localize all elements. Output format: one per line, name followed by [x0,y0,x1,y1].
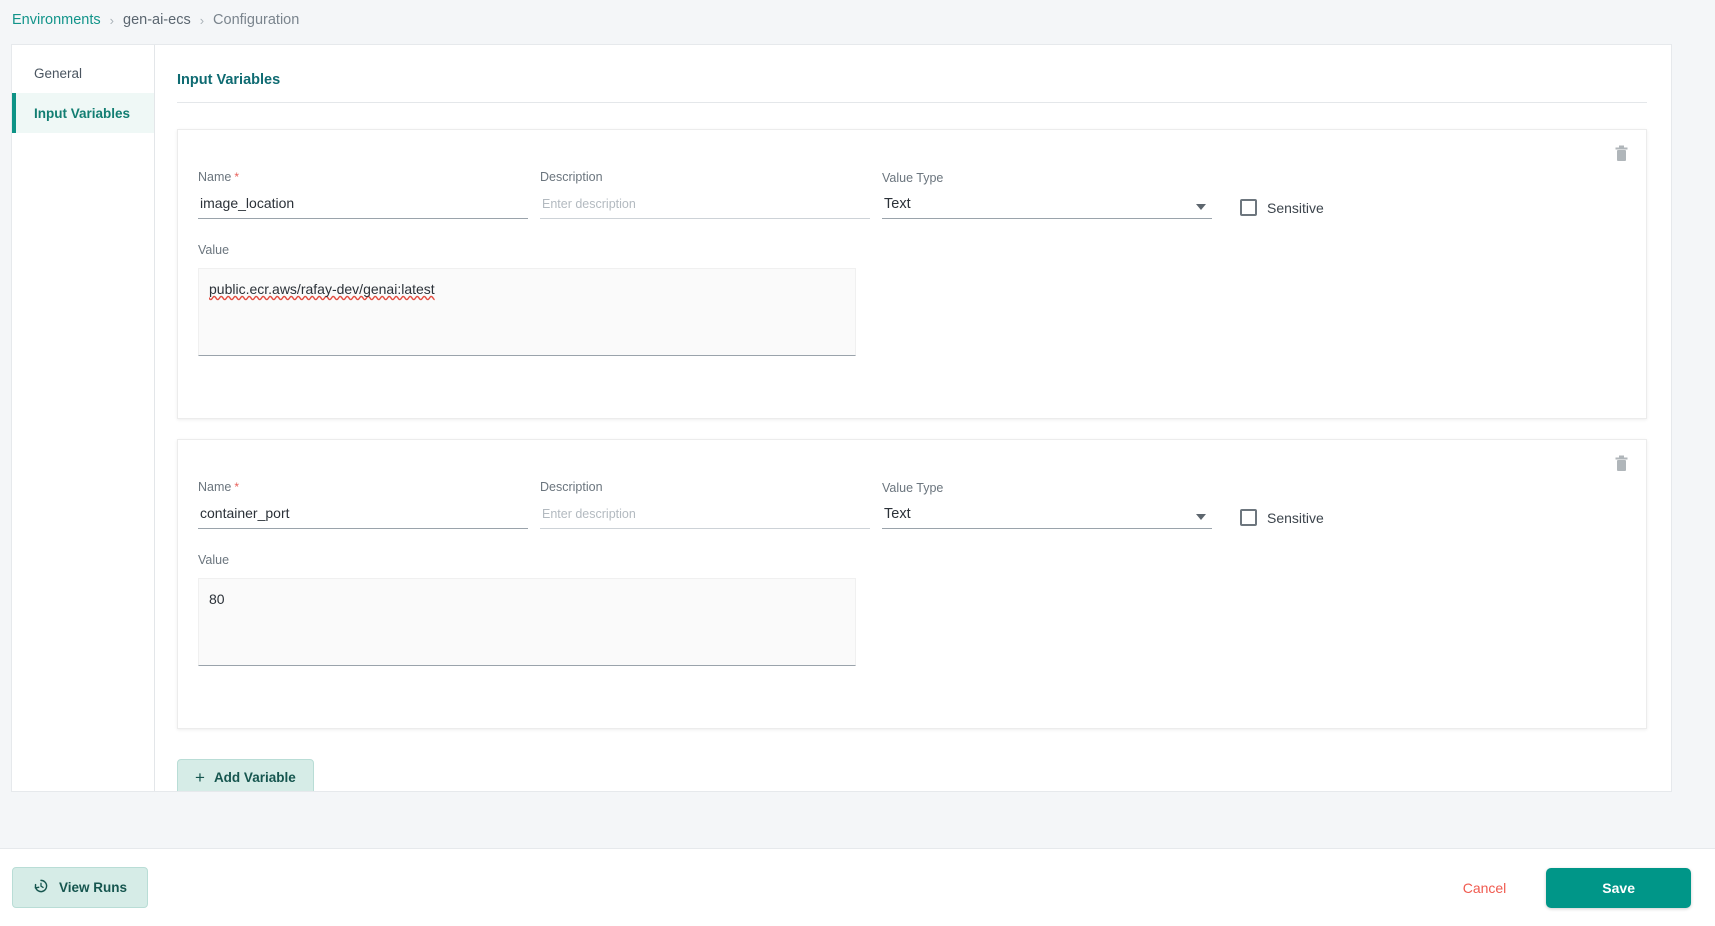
value-label: Value [198,553,230,567]
value-textarea[interactable]: 80 [198,578,856,666]
value-type-label: Value Type [882,171,944,185]
config-sidebar: General Input Variables [12,45,155,791]
value-type-select[interactable]: Text [882,196,1212,219]
plus-icon: + [195,768,205,787]
value-type-select[interactable]: Text [882,506,1212,529]
description-field-group: Description [540,480,870,529]
name-label: Name * [198,480,240,494]
value-text: 80 [209,591,225,607]
page-title: Input Variables [177,72,281,88]
input-variables-content: Input Variables Name* Descri [155,45,1671,791]
sidebar-item-label: Input Variables [34,105,131,121]
value-label: Value [198,243,230,257]
value-field-group: Value 80 [198,553,856,666]
name-input[interactable] [198,195,528,219]
variable-card: Name* Description Value Type Text [177,129,1647,419]
breadcrumb-item-configuration: Configuration [213,12,300,28]
breadcrumb-item-gen-ai-ecs[interactable]: gen-ai-ecs [123,12,191,28]
name-field-group: Name * [198,170,528,219]
history-icon [33,878,49,897]
value-text: public.ecr.aws/rafay-dev/genai:latest [209,281,435,297]
title-divider [177,102,1647,103]
name-input[interactable] [198,505,528,529]
sidebar-item-general[interactable]: General [12,53,154,93]
sensitive-checkbox[interactable] [1240,199,1257,216]
description-label: Description [540,170,603,184]
value-type-field-group: Value Type Text [882,171,1212,219]
value-type-label: Value Type [882,481,944,495]
cancel-button[interactable]: Cancel [1457,879,1513,897]
sensitive-label: Sensitive [1267,199,1324,216]
description-label: Description [540,480,603,494]
required-asterisk: * [234,170,240,184]
breadcrumb-separator: › [199,12,205,28]
name-label: Name * [198,170,240,184]
add-variable-label: Add Variable [213,770,296,785]
sidebar-item-input-variables[interactable]: Input Variables [12,93,154,133]
variable-fields-row: Name* Description Value Type Text [198,480,1626,529]
name-field-group: Name * [198,480,528,529]
breadcrumb: Environments › gen-ai-ecs › Configuratio… [0,0,1715,40]
trash-icon[interactable] [1610,142,1632,164]
variable-card: Name* Description Value Type Text [177,439,1647,729]
value-field-group: Value public.ecr.aws/rafay-dev/genai:lat… [198,243,856,356]
footer-right-actions: Cancel Save [1457,867,1691,908]
breadcrumb-separator: › [109,12,114,28]
description-field-group: Description [540,170,870,219]
description-input[interactable] [540,195,870,219]
description-input[interactable] [540,505,870,529]
sensitive-checkbox-group[interactable]: Sensitive [1240,509,1324,529]
value-textarea[interactable]: public.ecr.aws/rafay-dev/genai:latest [198,268,856,356]
view-runs-label: View Runs [59,880,128,895]
configuration-panel: General Input Variables Input Variables … [11,44,1672,792]
trash-icon[interactable] [1610,452,1632,474]
add-variable-button[interactable]: + Add Variable [177,759,314,791]
sensitive-checkbox-group[interactable]: Sensitive [1240,199,1324,219]
value-type-field-group: Value Type Text [882,481,1212,529]
footer-action-bar: View Runs Cancel Save [0,848,1715,926]
sensitive-label: Sensitive [1267,509,1324,526]
variable-fields-row: Name* Description Value Type Text [198,170,1626,219]
required-asterisk: * [234,480,240,494]
save-button[interactable]: Save [1546,867,1691,908]
sidebar-item-label: General [34,65,83,81]
sensitive-checkbox[interactable] [1240,509,1257,526]
breadcrumb-item-environments[interactable]: Environments [12,12,101,28]
view-runs-button[interactable]: View Runs [12,867,149,908]
